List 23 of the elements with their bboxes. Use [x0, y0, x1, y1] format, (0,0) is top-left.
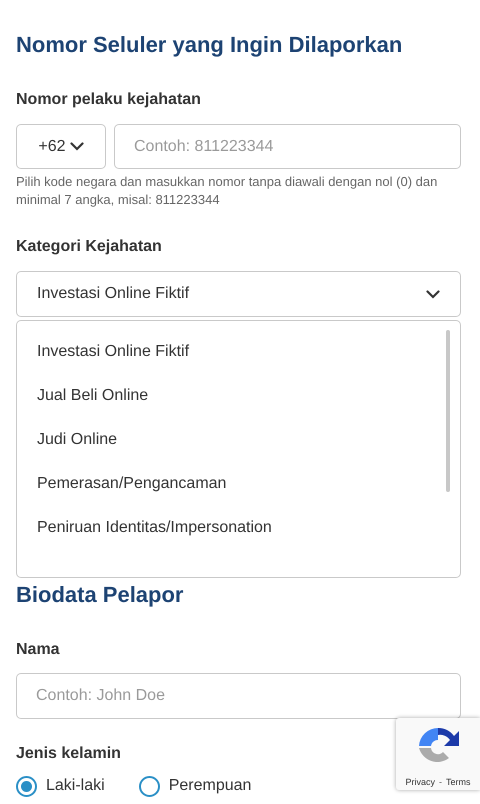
field-label: Jenis kelamin [16, 744, 122, 764]
help-text: Pilih kode negara dan masukkan nomor tanpa diawali dengan nol (0) dan minimal 7 angka, misal: 811223344 [16, 173, 438, 209]
category-select[interactable]: Investasi Online Fiktif [16, 271, 461, 317]
phone-input[interactable]: Contoh: 811223344 [114, 124, 461, 169]
section-title: Nomor Seluler yang Ingin Dilaporkan [16, 31, 404, 59]
field-label: Nomor pelaku kejahatan [16, 90, 202, 110]
privacy-link[interactable]: Privacy [405, 776, 435, 790]
name-input[interactable]: Contoh: John Doe [16, 673, 461, 719]
field-label: Kategori Kejahatan [16, 237, 163, 257]
field-label: Nama [16, 640, 61, 660]
section-title: Biodata Pelapor [16, 581, 184, 609]
radio-option[interactable]: Perempuan [138, 774, 252, 798]
country-code-dropdown[interactable]: +62 [16, 124, 106, 169]
chevron-down-icon [426, 290, 440, 298]
radio-option[interactable]: Laki-laki [16, 774, 105, 798]
chevron-down-icon [70, 142, 84, 151]
dropdown-option[interactable]: Pemerasan/Pengancaman [17, 462, 460, 506]
dropdown-option[interactable]: Peniruan Identitas/Impersonation [17, 506, 460, 550]
dropdown-option[interactable]: Judi Online [17, 418, 460, 462]
terms-link[interactable]: Terms [446, 776, 470, 790]
separator-text: - [439, 776, 442, 789]
dropdown-option[interactable]: Jual Beli Online [17, 374, 460, 418]
dropdown-option[interactable]: Investasi Online Fiktif [17, 330, 460, 374]
